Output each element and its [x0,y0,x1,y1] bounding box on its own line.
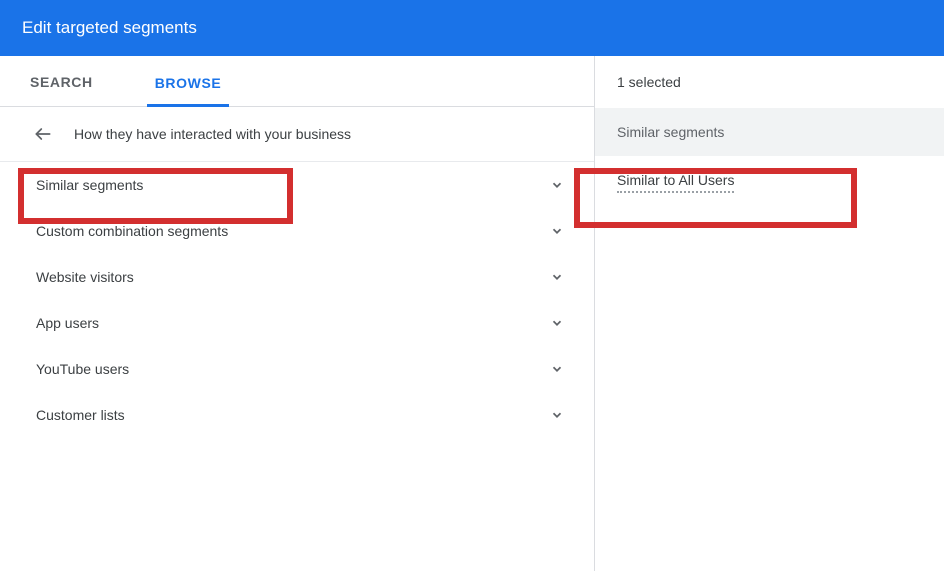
segment-item-app-users[interactable]: App users [0,300,594,346]
dialog-body: SEARCH BROWSE How they have interacted w… [0,56,944,571]
segment-item-website-visitors[interactable]: Website visitors [0,254,594,300]
tab-bar: SEARCH BROWSE [0,56,594,107]
chevron-down-icon [548,406,566,424]
selection-count: 1 selected [595,56,944,108]
segment-item-customer-lists[interactable]: Customer lists [0,392,594,438]
segment-item-label: App users [36,315,99,331]
tab-browse-label: BROWSE [155,75,222,91]
right-panel: 1 selected Similar segments Similar to A… [595,56,944,571]
tab-search-label: SEARCH [30,74,93,90]
chevron-down-icon [548,314,566,332]
selection-group-title: Similar segments [595,108,944,156]
chevron-down-icon [548,176,566,194]
selection-group-title-label: Similar segments [617,124,724,140]
segment-list: Similar segments Custom combination segm… [0,162,594,438]
segment-item-custom-combination[interactable]: Custom combination segments [0,208,594,254]
chevron-down-icon [548,222,566,240]
back-button[interactable] [30,121,56,147]
chevron-down-icon [548,268,566,286]
selected-item-label: Similar to All Users [617,172,734,193]
segment-item-similar[interactable]: Similar segments [0,162,594,208]
dialog-title: Edit targeted segments [22,18,197,37]
breadcrumb: How they have interacted with your busin… [0,107,594,162]
arrow-left-icon [33,124,53,144]
left-panel: SEARCH BROWSE How they have interacted w… [0,56,595,571]
segment-item-youtube-users[interactable]: YouTube users [0,346,594,392]
segment-item-label: Custom combination segments [36,223,228,239]
breadcrumb-label: How they have interacted with your busin… [74,126,351,142]
segment-item-label: Website visitors [36,269,134,285]
segment-item-label: Customer lists [36,407,125,423]
tab-search[interactable]: SEARCH [22,56,101,106]
chevron-down-icon [548,360,566,378]
dialog-header: Edit targeted segments [0,0,944,56]
segment-item-label: Similar segments [36,177,143,193]
tab-browse[interactable]: BROWSE [147,57,230,107]
selection-count-label: 1 selected [617,74,681,90]
segment-item-label: YouTube users [36,361,129,377]
selected-item[interactable]: Similar to All Users [595,156,944,209]
